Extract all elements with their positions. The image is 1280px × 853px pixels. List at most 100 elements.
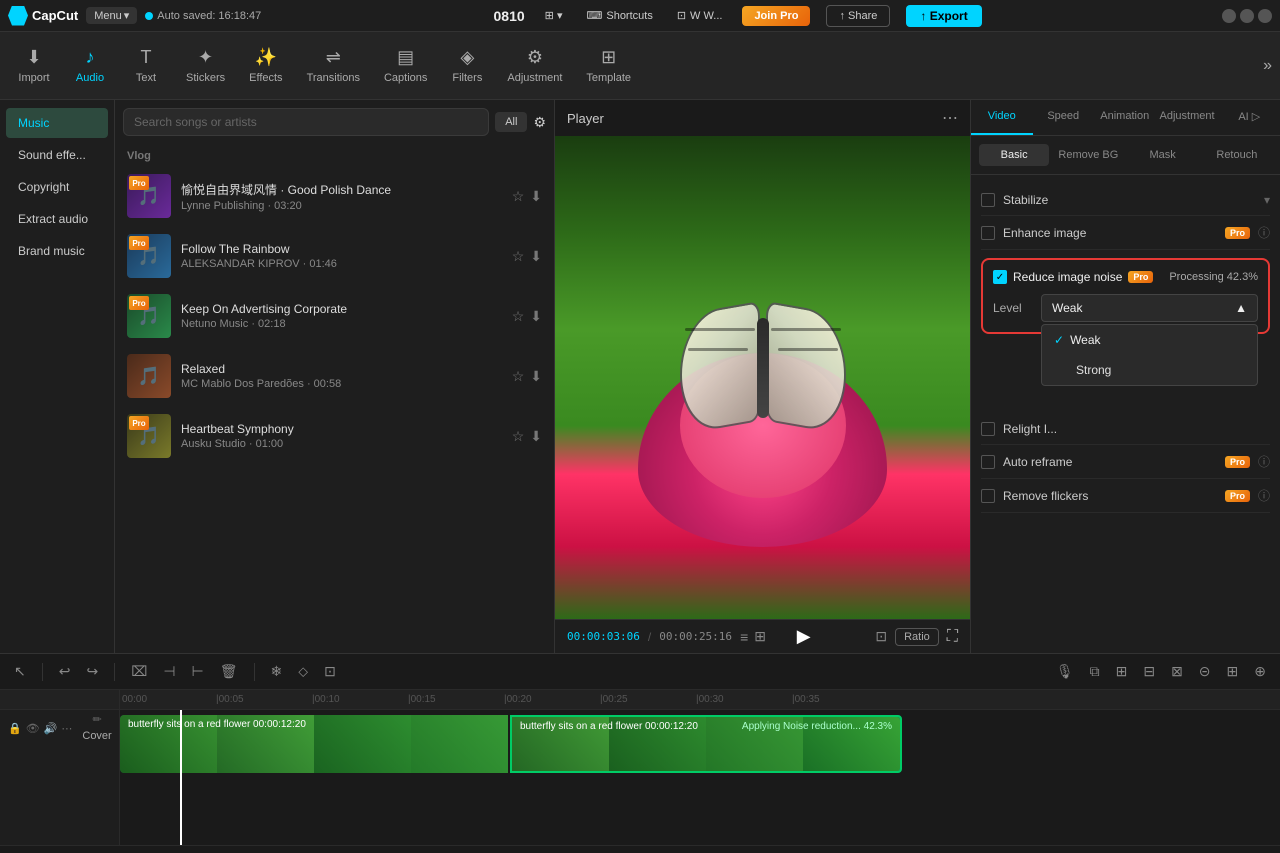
download-button-4[interactable]: ⬇ [530,368,542,385]
playhead[interactable] [180,710,182,845]
sidebar-item-music[interactable]: Music [6,108,108,138]
timeline-view-button[interactable]: ≡ [740,628,748,645]
list-item[interactable]: 🎵 Pro Follow The Rainbow ALEKSANDAR KIPR… [115,226,554,286]
split-button[interactable]: ⌧ [127,661,151,682]
export-button[interactable]: ↑ Export [906,5,981,27]
download-button-2[interactable]: ⬇ [530,248,542,265]
filter-button[interactable]: ⚙ [533,114,546,131]
play-button[interactable]: ▶ [797,626,811,647]
favorite-button-1[interactable]: ☆ [512,188,525,205]
tab-ai[interactable]: AI ▷ [1219,100,1280,135]
enhance-image-info-icon[interactable]: ⓘ [1258,224,1270,241]
all-filter-button[interactable]: All [495,112,527,132]
track-visibility-button[interactable]: 👁 [26,722,40,735]
tab-speed[interactable]: Speed [1033,100,1095,135]
join-pro-button[interactable]: Join Pro [742,6,810,26]
list-item[interactable]: 🎵 Relaxed MC Mablo Dos Paredões · 00:58 … [115,346,554,406]
tab-video[interactable]: Video [971,100,1033,135]
sidebar-item-copyright[interactable]: Copyright [6,172,108,202]
download-button-5[interactable]: ⬇ [530,428,542,445]
list-item[interactable]: 🎵 Pro Heartbeat Symphony Ausku Studio · … [115,406,554,466]
mute-button[interactable]: ⊝ [1195,661,1215,682]
maximize-button[interactable] [1240,9,1254,23]
search-input[interactable] [123,108,489,136]
tool-filters[interactable]: ◈ Filters [441,41,493,90]
track-more-button[interactable]: ⋯ [61,722,72,735]
layout-button[interactable]: ⊞ ▾ [541,5,567,26]
tool-text[interactable]: T Text [120,41,172,90]
favorite-button-5[interactable]: ☆ [512,428,525,445]
sidebar-item-extract-audio[interactable]: Extract audio [6,204,108,234]
tab-adjustment[interactable]: Adjustment [1156,100,1219,135]
sub-tab-remove-bg[interactable]: Remove BG [1053,144,1123,166]
volume-button[interactable]: ⊞ [1223,661,1243,682]
split-left-button[interactable]: ⊣ [159,661,179,682]
dropdown-item-weak[interactable]: ✓ Weak [1042,325,1257,355]
download-button-3[interactable]: ⬇ [530,308,542,325]
shortcuts-button[interactable]: ⌨ Shortcuts [582,5,656,26]
mic-button[interactable]: 🎙 [1052,661,1078,682]
tool-stickers[interactable]: ✦ Stickers [176,41,235,90]
merge-button[interactable]: ⊠ [1167,661,1187,682]
delete-button[interactable]: 🗑 [216,661,242,682]
clip-link-button[interactable]: ⧉ [1086,661,1104,682]
tab-animation[interactable]: Animation [1094,100,1156,135]
fullscreen-button[interactable]: ⛶ [947,628,958,646]
tool-effects[interactable]: ✨ Effects [239,41,292,90]
remove-flickers-checkbox[interactable] [981,489,995,503]
sidebar-item-sound-effects[interactable]: Sound effe... [6,140,108,170]
undo-button[interactable]: ↩ [55,661,75,682]
stabilize-checkbox[interactable] [981,193,995,207]
zoom-in-button[interactable]: ⊕ [1250,661,1270,682]
tool-captions[interactable]: ▤ Captions [374,41,437,90]
list-item[interactable]: 🎵 Pro Keep On Advertising Corporate Netu… [115,286,554,346]
multi-clip-button[interactable]: ⊞ [1112,661,1132,682]
close-button[interactable] [1258,9,1272,23]
sidebar-item-brand-music[interactable]: Brand music [6,236,108,266]
tool-adjustment[interactable]: ⚙ Adjustment [497,41,572,90]
relight-checkbox[interactable] [981,422,995,436]
favorite-button-2[interactable]: ☆ [512,248,525,265]
grid-view-button[interactable]: ⊞ [754,628,766,645]
enhance-image-checkbox[interactable] [981,226,995,240]
reduce-noise-checkbox[interactable]: ✓ [993,270,1007,284]
toolbar-more-button[interactable]: » [1263,57,1272,75]
favorite-button-4[interactable]: ☆ [512,368,525,385]
tool-transitions[interactable]: ⇌ Transitions [297,41,370,90]
dropdown-item-strong[interactable]: Strong [1042,355,1257,385]
menu-button[interactable]: Menu ▾ [86,7,137,24]
stabilize-arrow[interactable]: ▾ [1264,193,1270,207]
redo-button[interactable]: ↪ [82,661,102,682]
split-audio-button[interactable]: ⊟ [1139,661,1159,682]
tool-import[interactable]: ⬇ Import [8,41,60,90]
auto-reframe-info-icon[interactable]: ⓘ [1258,453,1270,470]
timeline-clip-2[interactable]: butterfly sits on a red flower 00:00:12:… [510,715,902,773]
noise-level-select[interactable]: Weak ▲ [1041,294,1258,322]
tool-audio[interactable]: ♪ Audio [64,41,116,90]
crop-button[interactable]: ⊡ [875,628,887,645]
select-tool-button[interactable]: ↖ [10,661,30,682]
crop-tl-button[interactable]: ⊡ [320,661,340,682]
player-menu-button[interactable]: ⋯ [942,108,958,128]
keyframe-button[interactable]: ⬦ [294,661,312,682]
sub-tab-basic[interactable]: Basic [979,144,1049,166]
sub-tab-mask[interactable]: Mask [1128,144,1198,166]
download-button-1[interactable]: ⬇ [530,188,542,205]
list-item[interactable]: 🎵 Pro 愉悦自由界域风情 · Good Polish Dance Lynne… [115,166,554,226]
freeze-button[interactable]: ❄ [267,661,287,682]
ratio-button[interactable]: Ratio [895,628,939,646]
workspace-button[interactable]: ⊡ W W... [673,5,727,26]
favorite-button-3[interactable]: ☆ [512,308,525,325]
track-audio-button[interactable]: 🔊 [44,722,58,735]
minimize-button[interactable] [1222,9,1236,23]
sub-tab-retouch[interactable]: Retouch [1202,144,1272,166]
auto-reframe-checkbox[interactable] [981,455,995,469]
remove-flickers-info-icon[interactable]: ⓘ [1258,487,1270,504]
timeline-clip-1[interactable]: butterfly sits on a red flower 00:00:12:… [120,715,508,773]
tool-template[interactable]: ⊞ Template [576,41,641,90]
timeline-scrollbar[interactable] [0,845,1280,853]
share-button[interactable]: ↑ Share [826,5,890,27]
cover-edit-button[interactable]: ✏ [92,713,101,726]
track-lock-button[interactable]: 🔒 [8,722,22,735]
timeline-track-area[interactable]: 00:00 |00:05 |00:10 |00:15 |00:20 |00:25… [120,690,1280,845]
